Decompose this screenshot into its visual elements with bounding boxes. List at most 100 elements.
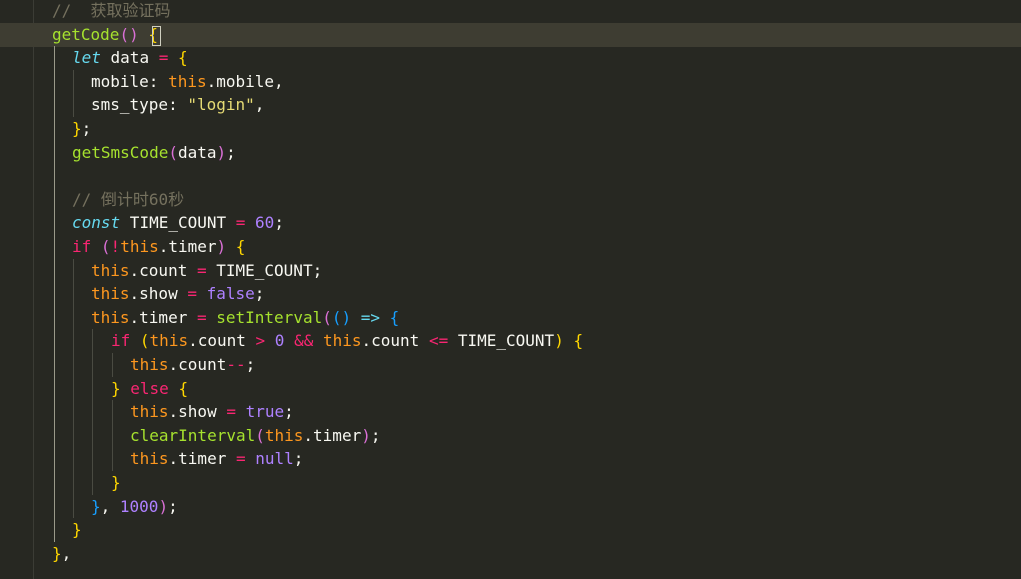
code-token: .timer <box>168 449 236 469</box>
code-line-content: this.count = TIME_COUNT; <box>91 259 322 283</box>
code-line[interactable]: getSmsCode(data); <box>0 141 1021 165</box>
code-token: = <box>196 307 207 327</box>
code-line[interactable]: }, <box>0 542 1021 566</box>
code-token: 1000 <box>119 496 159 516</box>
code-line[interactable]: } else { <box>0 377 1021 401</box>
code-token: mobile: <box>91 71 169 91</box>
code-token: getSmsCode <box>72 142 169 162</box>
code-token: this <box>264 425 304 445</box>
code-line[interactable]: this.show = true; <box>0 400 1021 424</box>
code-line[interactable]: this.timer = null; <box>0 447 1021 471</box>
code-line-content: this.show = false; <box>91 282 264 306</box>
code-token: , <box>254 95 265 115</box>
code-line-content: // 倒计时60秒 <box>72 188 184 212</box>
code-line[interactable]: mobile: this.mobile, <box>0 70 1021 94</box>
code-line[interactable]: }; <box>0 117 1021 141</box>
code-line-content: // 获取验证码 <box>52 0 171 23</box>
code-token: this <box>322 331 362 351</box>
code-token: this <box>168 71 207 91</box>
code-token: -- <box>226 355 246 374</box>
code-line[interactable] <box>0 164 1021 188</box>
indent-guide <box>112 353 113 377</box>
code-token: // 获取验证码 <box>52 1 171 20</box>
code-token: = <box>226 402 236 422</box>
code-token: ) <box>216 237 227 256</box>
code-line[interactable]: this.show = false; <box>0 282 1021 306</box>
code-token: ) <box>554 331 564 351</box>
indent-guide <box>73 69 74 117</box>
code-editor[interactable]: // 获取验证码 getCode() {let data = {mobile: t… <box>0 0 1021 579</box>
code-token: { <box>573 331 584 351</box>
code-line-content: this.timer = null; <box>130 447 303 471</box>
code-line-content: } <box>111 471 121 495</box>
code-token: } <box>72 520 82 540</box>
code-token: ; <box>245 355 256 374</box>
code-token: ; <box>168 496 178 516</box>
code-token: .mobile, <box>206 71 284 91</box>
code-line-content: getSmsCode(data); <box>72 141 236 165</box>
code-token: if <box>72 237 92 256</box>
code-token: clearInterval <box>130 425 256 445</box>
indent-guide <box>54 46 55 542</box>
code-token: .show <box>168 402 227 422</box>
code-token: ; <box>293 449 304 469</box>
code-line[interactable]: if (this.count > 0 && this.count <= TIME… <box>0 329 1021 353</box>
code-line[interactable]: }, 1000); <box>0 495 1021 519</box>
code-token: ; <box>284 402 294 422</box>
code-token: TIME_COUNT <box>448 331 555 351</box>
code-line[interactable]: } <box>0 518 1021 542</box>
code-token: ( <box>322 307 332 327</box>
code-line[interactable]: clearInterval(this.timer); <box>0 424 1021 448</box>
code-line[interactable]: const TIME_COUNT = 60; <box>0 211 1021 235</box>
code-line[interactable]: } <box>0 471 1021 495</box>
code-line[interactable]: this.timer = setInterval(() => { <box>0 306 1021 330</box>
code-token: this <box>130 355 169 374</box>
code-line[interactable]: if (!this.timer) { <box>0 235 1021 259</box>
code-token: = <box>235 449 246 469</box>
code-token: let <box>72 48 101 68</box>
code-token: = <box>196 260 207 280</box>
code-line-content: this.show = true; <box>130 400 294 424</box>
code-token: TIME_COUNT; <box>206 260 323 280</box>
code-token: this <box>91 307 130 327</box>
code-token: data <box>100 48 159 68</box>
code-token: .timer <box>129 307 197 327</box>
indent-guide <box>112 400 113 471</box>
code-token: ; <box>274 213 284 233</box>
code-token: ) <box>216 142 227 162</box>
indent-guide <box>73 258 74 519</box>
code-line[interactable]: // 获取验证码 <box>0 0 1021 23</box>
code-line[interactable]: this.count = TIME_COUNT; <box>0 259 1021 283</box>
code-token: .count <box>188 331 256 351</box>
code-line[interactable]: let data = { <box>0 46 1021 70</box>
code-line[interactable]: sms_type: "login", <box>0 93 1021 117</box>
code-line[interactable]: this.count--; <box>0 353 1021 377</box>
code-token: { <box>389 307 400 327</box>
code-token: false <box>206 284 255 304</box>
code-token: ) <box>158 496 169 516</box>
code-token: <= <box>428 331 449 351</box>
code-token: } <box>111 473 121 492</box>
code-token: , <box>61 543 72 563</box>
code-token: ) <box>361 425 371 445</box>
code-token: } <box>72 119 82 138</box>
code-token: ; <box>81 119 92 138</box>
code-token: ( <box>255 425 265 445</box>
code-token: = <box>187 284 197 304</box>
code-line-content: this.timer = setInterval(() => { <box>91 306 399 330</box>
code-line-content: mobile: this.mobile, <box>91 70 284 94</box>
code-token: , <box>100 496 120 516</box>
code-line-content: let data = { <box>72 46 188 70</box>
code-line[interactable]: // 倒计时60秒 <box>0 188 1021 212</box>
code-token: ; <box>254 284 265 304</box>
code-token: this <box>120 237 159 256</box>
code-token: && <box>294 331 314 351</box>
code-token: else <box>130 378 169 398</box>
